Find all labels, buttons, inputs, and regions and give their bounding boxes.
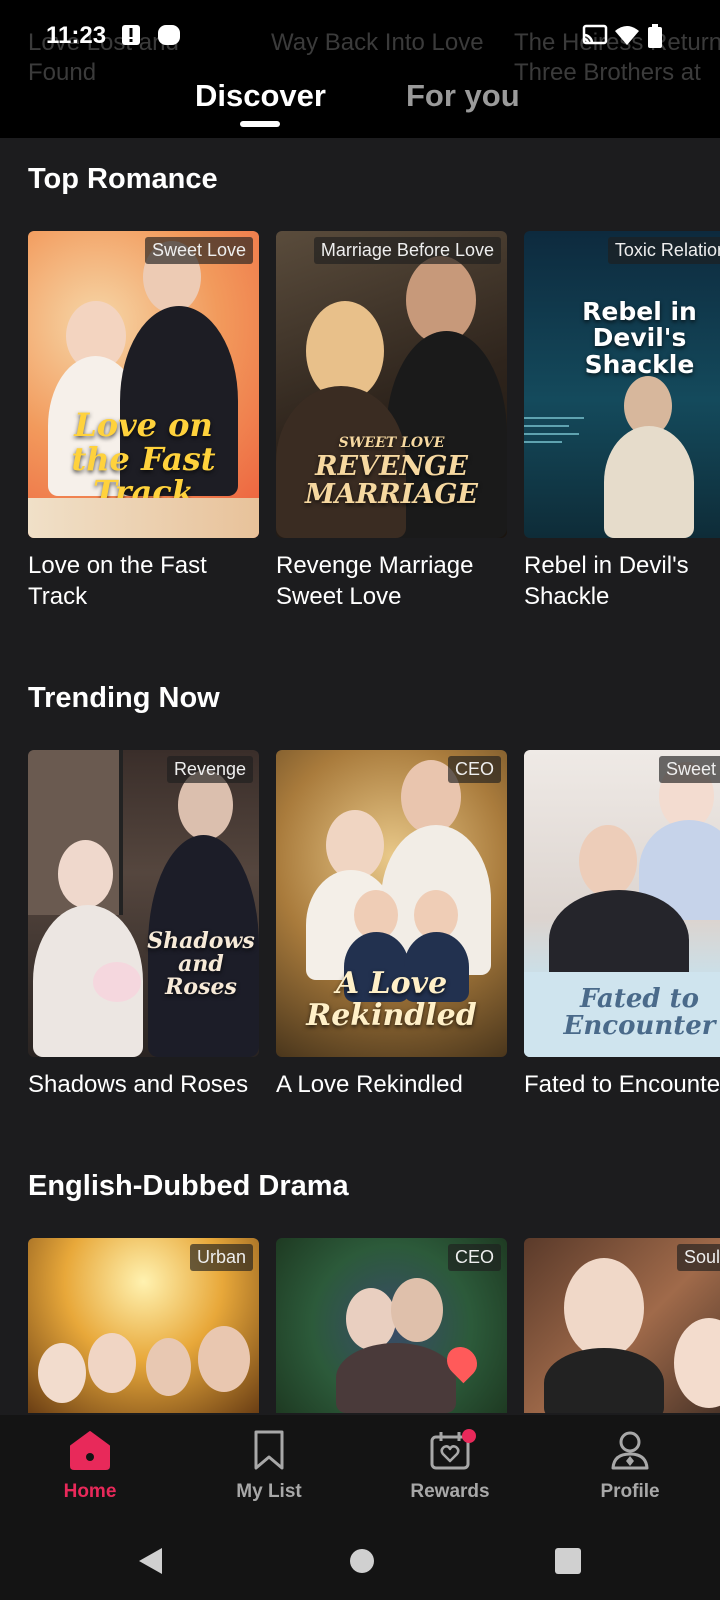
recents-square-icon[interactable] (554, 1547, 582, 1580)
tab-discover[interactable]: Discover (195, 78, 326, 114)
drama-title[interactable]: Revenge Marriage Sweet Love (276, 550, 507, 612)
drama-card[interactable]: CEO (276, 1238, 507, 1413)
home-circle-icon[interactable] (348, 1547, 376, 1580)
section-title-top-romance: Top Romance (28, 163, 218, 195)
alert-icon (121, 24, 141, 51)
poster-figure (88, 1333, 136, 1393)
drama-poster[interactable]: SWEET LOVE REVENGE MARRIAGE Marriage Bef… (276, 231, 507, 538)
poster-figure (336, 1343, 456, 1413)
nav-my-list[interactable]: My List (209, 1429, 329, 1503)
status-time: 11:23 (46, 22, 107, 49)
drama-title[interactable]: Shadows and Roses (28, 1069, 259, 1100)
section-title-english-dubbed-drama: English-Dubbed Drama (28, 1170, 349, 1202)
drama-card[interactable]: SWEET LOVE REVENGE MARRIAGE Marriage Bef… (276, 231, 507, 612)
cast-icon (582, 24, 608, 51)
genre-tag: Toxic Relationship (607, 237, 720, 264)
bottom-nav: Home My List Rewards Profile (0, 1415, 720, 1530)
genre-tag: CEO (447, 756, 501, 783)
poster-figure (391, 1278, 443, 1342)
genre-tag: Sweet Love (658, 756, 720, 783)
drama-poster[interactable]: A Love Rekindled CEO (276, 750, 507, 1057)
bookmark-icon (209, 1429, 329, 1471)
gift-calendar-icon (390, 1429, 510, 1471)
poster-figure (146, 1338, 191, 1396)
poster-figure (198, 1326, 250, 1392)
drama-title[interactable]: Love on the Fast Track (28, 550, 259, 612)
genre-tag: Revenge (166, 756, 253, 783)
system-nav-bar (0, 1530, 720, 1600)
poster-subtitle-text: SWEET LOVE (338, 435, 445, 451)
drama-poster[interactable]: Soulmate (524, 1238, 720, 1413)
nav-rewards[interactable]: Rewards (390, 1429, 510, 1503)
genre-tag: CEO (447, 1244, 501, 1271)
poster-code-lines (524, 411, 594, 471)
nav-home-label: Home (63, 1481, 117, 1502)
top-tabs: Discover For you (0, 74, 720, 127)
poster-figure (579, 825, 637, 897)
wifi-icon (614, 24, 640, 51)
back-icon[interactable] (136, 1546, 164, 1581)
record-icon (157, 24, 181, 51)
drama-card[interactable]: Urban (28, 1238, 259, 1413)
nav-profile[interactable]: Profile (570, 1429, 690, 1503)
status-bar: 11:23 (0, 0, 720, 70)
profile-icon (570, 1429, 690, 1471)
genre-tag: Soulmate (676, 1244, 720, 1271)
section-title-trending-now: Trending Now (28, 682, 220, 714)
active-tab-indicator (240, 121, 280, 127)
poster-figure (564, 1258, 644, 1358)
drama-title[interactable]: Rebel in Devil's Shackle (524, 550, 720, 612)
drama-card[interactable]: Love on the Fast Track Sweet Love Love o… (28, 231, 259, 612)
poster-figure (38, 1343, 86, 1403)
drama-poster[interactable]: Urban (28, 1238, 259, 1413)
poster-footer-strip (28, 498, 259, 538)
drama-poster[interactable]: CEO (276, 1238, 507, 1413)
drama-poster[interactable]: Shadows and Roses Revenge (28, 750, 259, 1057)
drama-card[interactable]: Shadows and Roses Revenge Shadows and Ro… (28, 750, 259, 1100)
top-bar: Love Lost and Found Way Back Into Love T… (0, 0, 720, 138)
drama-title[interactable]: A Love Rekindled (276, 1069, 507, 1100)
tab-for-you[interactable]: For you (406, 78, 520, 114)
poster-title-text: Love on the Fast Track (71, 406, 216, 512)
nav-profile-label: Profile (600, 1481, 660, 1502)
poster-flowers (93, 962, 141, 1002)
poster-title-text: Fated to Encounter (563, 984, 716, 1042)
genre-tag: Urban (189, 1244, 253, 1271)
drama-card[interactable]: Rebel in Devil's Shackle Toxic Relations… (524, 231, 720, 612)
drama-card[interactable]: Soulmate (524, 1238, 720, 1413)
poster-figure (544, 1348, 664, 1413)
drama-title[interactable]: Fated to Encounter (524, 1069, 720, 1100)
notification-badge (462, 1429, 476, 1443)
poster-title-text: A Love Rekindled (306, 966, 477, 1033)
drama-poster[interactable]: Fated to Encounter Sweet Love (524, 750, 720, 1057)
drama-poster[interactable]: Rebel in Devil's Shackle Toxic Relations… (524, 231, 720, 538)
poster-title-text: Rebel in Devil's Shackle (582, 297, 697, 379)
poster-figure (674, 1318, 720, 1408)
drama-card[interactable]: A Love Rekindled CEO A Love Rekindled (276, 750, 507, 1100)
poster-figure (346, 1288, 396, 1350)
nav-home[interactable]: Home (30, 1429, 150, 1503)
home-icon (30, 1429, 150, 1471)
poster-figure (58, 840, 113, 908)
genre-tag: Marriage Before Love (313, 237, 501, 264)
genre-tag: Sweet Love (144, 237, 253, 264)
drama-poster[interactable]: Love on the Fast Track Sweet Love (28, 231, 259, 538)
nav-rewards-label: Rewards (410, 1481, 490, 1502)
battery-icon (648, 24, 662, 53)
nav-my-list-label: My List (236, 1481, 302, 1502)
poster-title-text: REVENGE MARRIAGE (305, 451, 478, 511)
poster-title-text: Shadows and Roses (147, 928, 255, 1001)
poster-figure (604, 426, 694, 538)
drama-card[interactable]: Fated to Encounter Sweet Love Fated to E… (524, 750, 720, 1100)
